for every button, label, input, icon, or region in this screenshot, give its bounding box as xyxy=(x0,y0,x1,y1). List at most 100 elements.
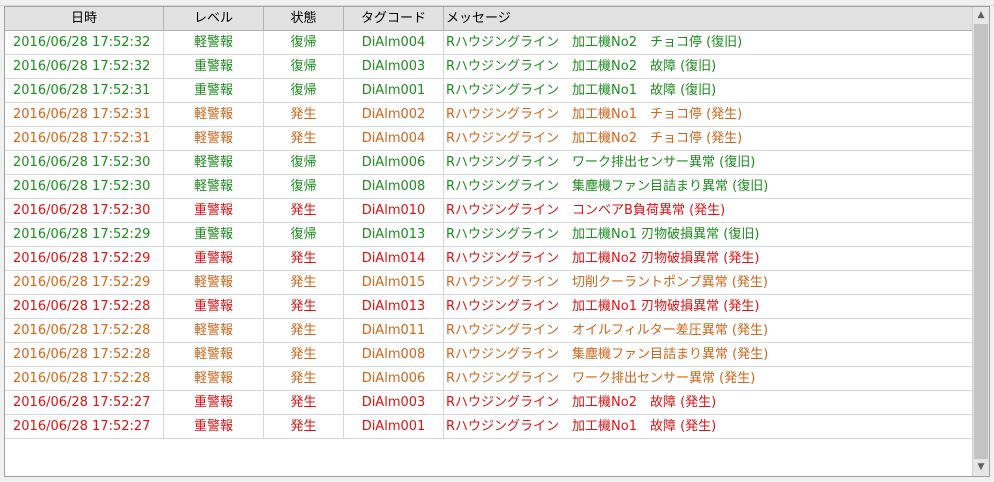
cell-tag-code: DiAlm004 xyxy=(344,31,444,54)
cell-state: 発生 xyxy=(264,247,344,270)
cell-tag-code: DiAlm014 xyxy=(344,247,444,270)
cell-tag-code: DiAlm002 xyxy=(344,103,444,126)
cell-datetime: 2016/06/28 17:52:31 xyxy=(5,79,164,102)
cell-message: Rハウジングライン 加工機No2 刃物破損異常 (発生) xyxy=(446,251,760,266)
table-row[interactable]: 2016/06/28 17:52:31 軽警報 発生 DiAlm004 Rハウジングライ… xyxy=(5,127,972,151)
table-row[interactable]: 2016/06/28 17:52:31 軽警報 発生 DiAlm002 Rハウジングライ… xyxy=(5,103,972,127)
column-header-state[interactable]: 状態 xyxy=(264,7,344,30)
cell-level: 重警報 xyxy=(164,223,264,246)
cell-message: Rハウジングライン 加工機No1 故障 (発生) xyxy=(446,419,717,434)
cell-message: Rハウジングライン 加工機No1 チョコ停 (発生) xyxy=(446,107,743,122)
cell-message: Rハウジングライン 加工機No1 故障 (復旧) xyxy=(446,83,717,98)
cell-datetime: 2016/06/28 17:52:31 xyxy=(5,127,164,150)
cell-state: 発生 xyxy=(264,367,344,390)
cell-message: Rハウジングライン コンベアB負荷異常 (発生) xyxy=(446,203,726,218)
cell-state: 発生 xyxy=(264,271,344,294)
cell-level: 軽警報 xyxy=(164,367,264,390)
cell-level: 軽警報 xyxy=(164,271,264,294)
cell-message: Rハウジングライン 加工機No2 故障 (発生) xyxy=(446,395,717,410)
cell-level: 重警報 xyxy=(164,55,264,78)
cell-tag-code: DiAlm003 xyxy=(344,55,444,78)
cell-state: 発生 xyxy=(264,295,344,318)
scroll-down-icon[interactable]: ▼ xyxy=(973,459,989,476)
cell-tag-code: DiAlm015 xyxy=(344,271,444,294)
cell-tag-code: DiAlm003 xyxy=(344,391,444,414)
table-row[interactable]: 2016/06/28 17:52:28 軽警報 発生 DiAlm008 Rハウジングライ… xyxy=(5,343,972,367)
column-header-tag-code[interactable]: タグコード xyxy=(344,7,444,30)
cell-tag-code: DiAlm013 xyxy=(344,223,444,246)
cell-level: 重警報 xyxy=(164,247,264,270)
column-header-datetime[interactable]: 日時 xyxy=(5,7,164,30)
cell-state: 復帰 xyxy=(264,55,344,78)
cell-state: 発生 xyxy=(264,319,344,342)
table-row[interactable]: 2016/06/28 17:52:28 軽警報 発生 DiAlm011 Rハウジングライ… xyxy=(5,319,972,343)
cell-tag-code: DiAlm010 xyxy=(344,199,444,222)
vertical-scrollbar[interactable]: ▲ ▼ xyxy=(972,7,989,476)
cell-state: 発生 xyxy=(264,103,344,126)
cell-message: Rハウジングライン 加工機No2 チョコ停 (発生) xyxy=(446,131,743,146)
cell-state: 発生 xyxy=(264,199,344,222)
cell-message: Rハウジングライン 加工機No2 故障 (復旧) xyxy=(446,59,717,74)
table-row[interactable]: 2016/06/28 17:52:29 重警報 発生 DiAlm014 Rハウジングライ… xyxy=(5,247,972,271)
scroll-up-icon[interactable]: ▲ xyxy=(973,7,989,24)
cell-datetime: 2016/06/28 17:52:32 xyxy=(5,55,164,78)
cell-datetime: 2016/06/28 17:52:30 xyxy=(5,175,164,198)
cell-state: 復帰 xyxy=(264,175,344,198)
table-row[interactable]: 2016/06/28 17:52:27 重警報 発生 DiAlm001 Rハウジングライ… xyxy=(5,415,972,439)
table-row[interactable]: 2016/06/28 17:52:28 軽警報 発生 DiAlm006 Rハウジングライ… xyxy=(5,367,972,391)
cell-tag-code: DiAlm001 xyxy=(344,79,444,102)
cell-message: Rハウジングライン 加工機No1 刃物破損異常 (発生) xyxy=(446,299,760,314)
cell-datetime: 2016/06/28 17:52:32 xyxy=(5,31,164,54)
table-row[interactable]: 2016/06/28 17:52:28 重警報 発生 DiAlm013 Rハウジングライ… xyxy=(5,295,972,319)
table-row[interactable]: 2016/06/28 17:52:29 軽警報 発生 DiAlm015 Rハウジングライ… xyxy=(5,271,972,295)
cell-tag-code: DiAlm006 xyxy=(344,367,444,390)
alarm-table: 日時 レベル 状態 タグコード メッセージ 2016/06/28 17:52:3… xyxy=(5,7,972,439)
cell-message: Rハウジングライン オイルフィルター差圧異常 (発生) xyxy=(446,323,769,338)
table-row[interactable]: 2016/06/28 17:52:29 重警報 復帰 DiAlm013 Rハウジングライ… xyxy=(5,223,972,247)
cell-state: 発生 xyxy=(264,415,344,438)
cell-datetime: 2016/06/28 17:52:27 xyxy=(5,391,164,414)
table-row[interactable]: 2016/06/28 17:52:30 重警報 発生 DiAlm010 Rハウジングライ… xyxy=(5,199,972,223)
cell-datetime: 2016/06/28 17:52:29 xyxy=(5,247,164,270)
cell-tag-code: DiAlm013 xyxy=(344,295,444,318)
cell-message: Rハウジングライン 加工機No2 チョコ停 (復旧) xyxy=(446,35,743,50)
cell-level: 軽警報 xyxy=(164,103,264,126)
cell-level: 重警報 xyxy=(164,391,264,414)
cell-datetime: 2016/06/28 17:52:28 xyxy=(5,367,164,390)
cell-message: Rハウジングライン ワーク排出センサー異常 (復旧) xyxy=(446,155,756,170)
table-row[interactable]: 2016/06/28 17:52:32 軽警報 復帰 DiAlm004 Rハウジングライ… xyxy=(5,31,972,55)
cell-level: 重警報 xyxy=(164,415,264,438)
cell-message: Rハウジングライン 加工機No1 刃物破損異常 (復旧) xyxy=(446,227,760,242)
cell-datetime: 2016/06/28 17:52:29 xyxy=(5,271,164,294)
cell-datetime: 2016/06/28 17:52:30 xyxy=(5,199,164,222)
table-header: 日時 レベル 状態 タグコード メッセージ xyxy=(5,7,972,31)
cell-datetime: 2016/06/28 17:52:29 xyxy=(5,223,164,246)
cell-message: Rハウジングライン 切削クーラントポンプ異常 (発生) xyxy=(446,275,768,290)
cell-datetime: 2016/06/28 17:52:30 xyxy=(5,151,164,174)
table-row[interactable]: 2016/06/28 17:52:30 軽警報 復帰 DiAlm008 Rハウジングライ… xyxy=(5,175,972,199)
cell-state: 発生 xyxy=(264,391,344,414)
table-row[interactable]: 2016/06/28 17:52:27 重警報 発生 DiAlm003 Rハウジングライ… xyxy=(5,391,972,415)
alarm-history-grid: 日時 レベル 状態 タグコード メッセージ 2016/06/28 17:52:3… xyxy=(4,6,990,477)
column-header-message[interactable]: メッセージ xyxy=(444,7,972,30)
cell-level: 重警報 xyxy=(164,199,264,222)
cell-datetime: 2016/06/28 17:52:31 xyxy=(5,103,164,126)
cell-datetime: 2016/06/28 17:52:28 xyxy=(5,343,164,366)
cell-state: 復帰 xyxy=(264,223,344,246)
cell-state: 発生 xyxy=(264,127,344,150)
cell-level: 重警報 xyxy=(164,79,264,102)
cell-tag-code: DiAlm008 xyxy=(344,175,444,198)
cell-state: 復帰 xyxy=(264,79,344,102)
cell-level: 重警報 xyxy=(164,295,264,318)
cell-level: 軽警報 xyxy=(164,319,264,342)
table-body: 2016/06/28 17:52:32 軽警報 復帰 DiAlm004 Rハウジングライ… xyxy=(5,31,972,439)
table-row[interactable]: 2016/06/28 17:52:32 重警報 復帰 DiAlm003 Rハウジングライ… xyxy=(5,55,972,79)
cell-level: 軽警報 xyxy=(164,175,264,198)
table-row[interactable]: 2016/06/28 17:52:30 軽警報 復帰 DiAlm006 Rハウジングライ… xyxy=(5,151,972,175)
column-header-level[interactable]: レベル xyxy=(164,7,264,30)
cell-tag-code: DiAlm004 xyxy=(344,127,444,150)
table-row[interactable]: 2016/06/28 17:52:31 重警報 復帰 DiAlm001 Rハウジングライ… xyxy=(5,79,972,103)
cell-state: 復帰 xyxy=(264,31,344,54)
cell-tag-code: DiAlm008 xyxy=(344,343,444,366)
scrollbar-thumb[interactable] xyxy=(974,24,988,459)
